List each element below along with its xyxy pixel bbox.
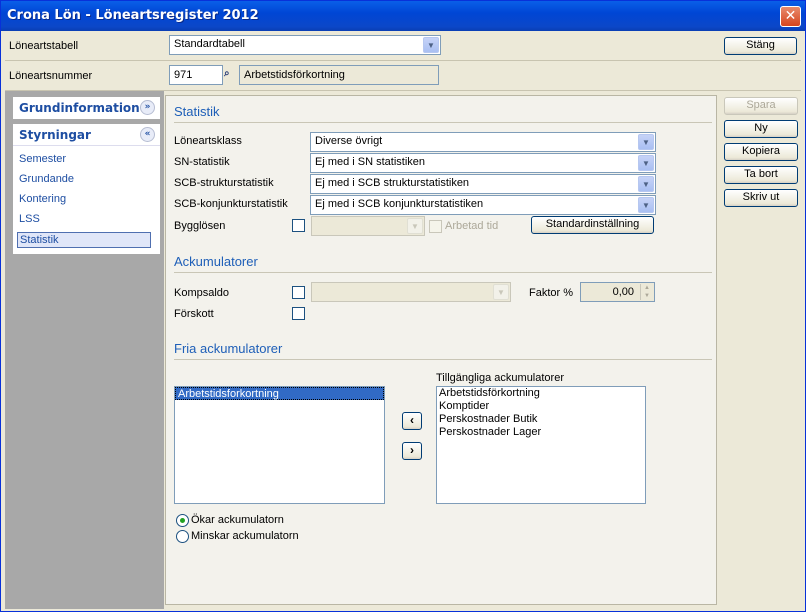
loneartsnummer-label: Löneartsnummer bbox=[9, 70, 93, 82]
loneartsklass-select[interactable]: Diverse övrigt ▼ bbox=[310, 132, 656, 152]
loneartstabell-value: Standardtabell bbox=[174, 38, 245, 50]
group-styrningar-label: Styrningar bbox=[19, 128, 91, 142]
list-item[interactable]: Perskostnader Butik bbox=[437, 413, 645, 426]
okar-radio[interactable] bbox=[176, 514, 189, 527]
scb-strukturstatistik-select[interactable]: Ej med i SCB strukturstatistiken ▼ bbox=[310, 174, 656, 194]
available-accumulators-list[interactable]: Arbetstidsförkortning Komptider Perskost… bbox=[436, 386, 646, 504]
chevron-right-icon: › bbox=[410, 443, 414, 457]
loneartsnummer-row: Löneartsnummer 971 ⌕ Arbetstidsförkortni… bbox=[5, 61, 801, 91]
sidebar-item-semester[interactable]: Semester bbox=[17, 152, 151, 168]
chevron-down-icon[interactable]: ▼ bbox=[407, 218, 423, 234]
kompsaldo-label: Kompsaldo bbox=[174, 287, 230, 299]
kompsaldo-select[interactable]: ▼ bbox=[311, 282, 511, 302]
faktor-label: Faktor % bbox=[529, 287, 574, 299]
okar-label: Ökar ackumulatorn bbox=[191, 514, 284, 526]
loneartstabell-row: Löneartstabell Standardtabell ▼ Stäng bbox=[5, 31, 801, 61]
loneartstabell-select[interactable]: Standardtabell ▼ bbox=[169, 35, 441, 55]
ny-button[interactable]: Ny bbox=[724, 120, 798, 138]
statistik-heading: Statistik bbox=[174, 104, 712, 123]
stang-button[interactable]: Stäng bbox=[724, 37, 797, 55]
window-title: Crona Lön - Löneartsregister 2012 bbox=[7, 8, 259, 23]
collapse-chevron-icon[interactable]: « bbox=[140, 127, 155, 142]
sidebar-item-statistik[interactable]: Statistik bbox=[17, 232, 151, 248]
arbetad-tid-checkbox[interactable] bbox=[429, 220, 442, 233]
loneart-name-field: Arbetstidsförkortning bbox=[239, 65, 439, 85]
sidebar-item-grundande[interactable]: Grundande bbox=[17, 172, 151, 188]
title-bar[interactable]: Crona Lön - Löneartsregister 2012 ✕ bbox=[1, 1, 805, 31]
loneartsnummer-input[interactable]: 971 bbox=[169, 65, 223, 85]
group-grundinformation[interactable]: Grundinformation » bbox=[13, 97, 160, 119]
chevron-left-icon: ‹ bbox=[410, 413, 414, 427]
list-item[interactable]: Komptider bbox=[437, 400, 645, 413]
list-item[interactable]: Arbetstidsforkortning bbox=[175, 387, 384, 400]
scb-konjunkturstatistik-select[interactable]: Ej med i SCB konjunkturstatistiken ▼ bbox=[310, 195, 656, 215]
spinner-arrows-icon[interactable]: ▲ ▼ bbox=[640, 284, 653, 300]
move-right-button[interactable]: › bbox=[402, 442, 422, 460]
selected-accumulators-list[interactable]: Arbetstidsforkortning bbox=[174, 386, 385, 504]
move-left-button[interactable]: ‹ bbox=[402, 412, 422, 430]
styrningar-list: Semester Grundande Kontering LSS Statist… bbox=[13, 146, 160, 254]
standardinstallning-button[interactable]: Standardinställning bbox=[531, 216, 654, 234]
main-panel: Statistik Löneartsklass Diverse övrigt ▼… bbox=[165, 95, 717, 605]
close-icon: ✕ bbox=[784, 8, 797, 24]
skriv-ut-button[interactable]: Skriv ut bbox=[724, 189, 798, 207]
scb-konjunkturstatistik-value: Ej med i SCB konjunkturstatistiken bbox=[315, 198, 484, 210]
tillgangliga-label: Tillgängliga ackumulatorer bbox=[436, 372, 564, 384]
ta-bort-button[interactable]: Ta bort bbox=[724, 166, 798, 184]
sn-statistik-value: Ej med i SN statistiken bbox=[315, 156, 426, 168]
chevron-down-icon[interactable]: ▼ bbox=[638, 134, 654, 150]
sn-statistik-label: SN-statistik bbox=[174, 156, 230, 168]
radio-dot-icon bbox=[180, 518, 185, 523]
list-item[interactable]: Arbetstidsförkortning bbox=[437, 387, 645, 400]
binoculars-icon[interactable]: ⌕ bbox=[224, 68, 238, 81]
fria-ackumulatorer-heading: Fria ackumulatorer bbox=[174, 341, 712, 360]
navigation-pane: Grundinformation » Styrningar « Semester… bbox=[5, 91, 164, 609]
list-item[interactable]: Perskostnader Lager bbox=[437, 426, 645, 439]
forskott-checkbox[interactable] bbox=[292, 307, 305, 320]
ackumulatorer-heading: Ackumulatorer bbox=[174, 254, 712, 273]
loneartsklass-label: Löneartsklass bbox=[174, 135, 242, 147]
sidebar-item-kontering[interactable]: Kontering bbox=[17, 192, 151, 208]
forskott-label: Förskott bbox=[174, 308, 214, 320]
kompsaldo-checkbox[interactable] bbox=[292, 286, 305, 299]
chevron-down-icon[interactable]: ▼ bbox=[638, 197, 654, 213]
chevron-down-icon[interactable]: ▼ bbox=[493, 284, 509, 300]
bygglosen-checkbox[interactable] bbox=[292, 219, 305, 232]
close-button[interactable]: ✕ bbox=[780, 6, 801, 27]
bygglosen-label: Bygglösen bbox=[174, 220, 226, 232]
kopiera-button[interactable]: Kopiera bbox=[724, 143, 798, 161]
window: Crona Lön - Löneartsregister 2012 ✕ Löne… bbox=[0, 0, 806, 612]
scb-konjunkturstatistik-label: SCB-konjunkturstatistik bbox=[174, 198, 288, 210]
sn-statistik-select[interactable]: Ej med i SN statistiken ▼ bbox=[310, 153, 656, 173]
bygglosen-select[interactable]: ▼ bbox=[311, 216, 425, 236]
group-styrningar[interactable]: Styrningar « bbox=[13, 124, 160, 146]
scb-strukturstatistik-value: Ej med i SCB strukturstatistiken bbox=[315, 177, 470, 189]
arbetad-tid-label: Arbetad tid bbox=[445, 220, 499, 232]
minskar-label: Minskar ackumulatorn bbox=[191, 530, 299, 542]
chevron-down-icon[interactable]: ▼ bbox=[423, 37, 439, 53]
scb-strukturstatistik-label: SCB-strukturstatistik bbox=[174, 177, 274, 189]
chevron-down-icon[interactable]: ▼ bbox=[638, 155, 654, 171]
expand-chevron-icon[interactable]: » bbox=[140, 100, 155, 115]
minskar-radio[interactable] bbox=[176, 530, 189, 543]
chevron-down-icon[interactable]: ▼ bbox=[638, 176, 654, 192]
loneartsklass-value: Diverse övrigt bbox=[315, 135, 383, 147]
loneartstabell-label: Löneartstabell bbox=[9, 40, 79, 52]
spara-button[interactable]: Spara bbox=[724, 97, 798, 115]
sidebar-item-lss[interactable]: LSS bbox=[17, 212, 151, 228]
group-grundinformation-label: Grundinformation bbox=[19, 101, 140, 115]
